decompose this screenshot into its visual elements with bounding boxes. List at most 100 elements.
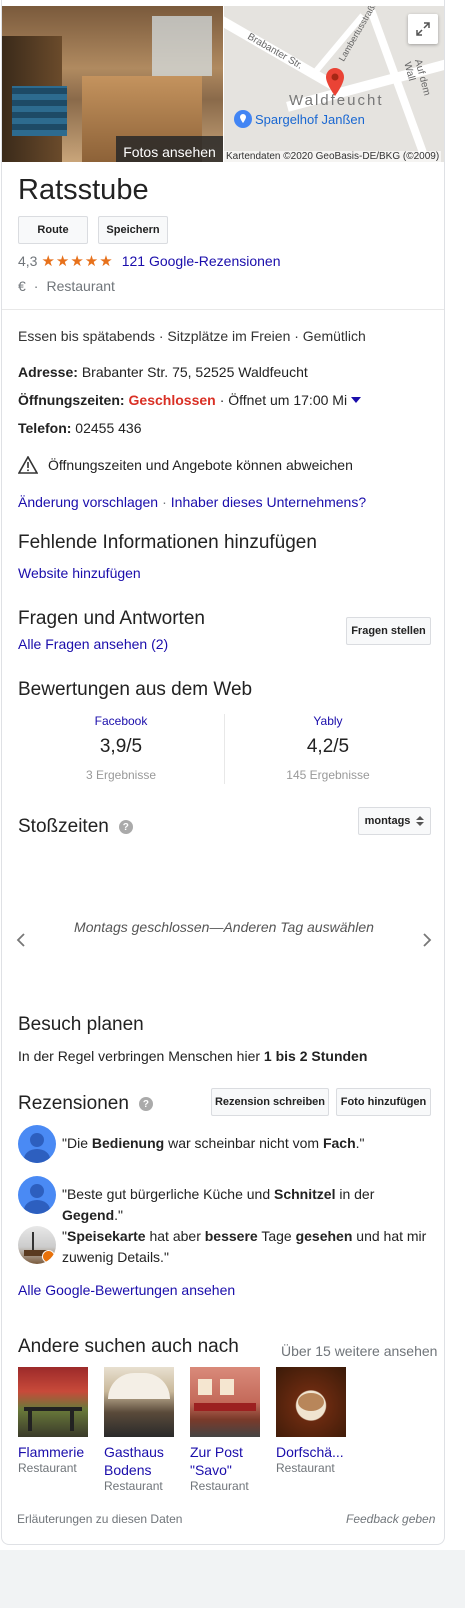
- reviews-title: Rezensionen ?: [18, 1093, 153, 1115]
- map-preview[interactable]: Brabanter Str. Lambertusstraße Auf dem W…: [224, 6, 444, 162]
- review-text: "Die: [62, 1135, 92, 1151]
- place-name[interactable]: Gasthaus Bodens: [104, 1443, 176, 1479]
- hours-label: Öffnungszeiten:: [18, 392, 125, 408]
- place-thumbnail[interactable]: [276, 1367, 346, 1437]
- expand-map-button[interactable]: [408, 14, 438, 44]
- address-value[interactable]: Brabanter Str. 75, 52525 Waldfeucht: [82, 364, 308, 380]
- place-name[interactable]: Zur Post "Savo": [190, 1443, 262, 1479]
- plan-visit-title: Besuch planen: [18, 1014, 144, 1035]
- place-type: Restaurant: [104, 1479, 163, 1493]
- poi-icon: [234, 110, 252, 128]
- place-type: Restaurant: [190, 1479, 249, 1493]
- review-snippet[interactable]: "Speisekarte hat aber bessere Tage geseh…: [18, 1226, 432, 1268]
- web-review-yably[interactable]: Yably 4,2/5 145 Ergebnisse: [225, 714, 431, 782]
- write-review-button[interactable]: Rezension schreiben: [211, 1088, 329, 1116]
- also-search-title: Andere suchen auch nach: [18, 1336, 239, 1357]
- more-results-link[interactable]: Über 15 weitere ansehen: [281, 1343, 437, 1359]
- address-row: Adresse: Brabanter Str. 75, 52525 Waldfe…: [18, 364, 308, 380]
- review-text: Tage: [257, 1228, 296, 1244]
- suggest-edit-link[interactable]: Änderung vorschlagen: [18, 494, 158, 510]
- review-snippet[interactable]: "Beste gut bürgerliche Küche und Schnitz…: [18, 1176, 432, 1226]
- related-place[interactable]: Flammerie Restaurant: [18, 1367, 90, 1475]
- phone-label: Telefon:: [18, 420, 72, 436]
- related-place[interactable]: Gasthaus Bodens Restaurant: [104, 1367, 176, 1493]
- price-level: €: [18, 278, 26, 294]
- reviews-label: Rezensionen: [18, 1093, 129, 1114]
- avatar: [18, 1176, 56, 1214]
- closed-message: Montags geschlossen—Anderen Tag auswähle…: [74, 919, 374, 935]
- review-score: 3,9/5: [99, 736, 143, 757]
- route-button[interactable]: Route: [18, 216, 88, 244]
- map-street-label: Brabanter Str.: [245, 31, 305, 72]
- web-review-facebook[interactable]: Facebook 3,9/5 3 Ergebnisse: [18, 714, 224, 782]
- feedback-link[interactable]: Feedback geben: [346, 1512, 435, 1526]
- add-website-link[interactable]: Website hinzufügen: [18, 565, 141, 581]
- help-icon[interactable]: ?: [138, 1097, 153, 1111]
- separator: ·: [33, 278, 39, 294]
- place-thumbnail[interactable]: [18, 1367, 88, 1437]
- all-questions-link[interactable]: Alle Fragen ansehen (2): [18, 636, 168, 652]
- plan-visit-prefix: In der Regel verbringen Menschen hier: [18, 1048, 264, 1064]
- review-highlight: Speisekarte: [66, 1228, 146, 1244]
- dropdown-arrow-icon[interactable]: [351, 397, 362, 403]
- owner-link[interactable]: Inhaber dieses Unternehmens?: [171, 494, 366, 510]
- review-snippet[interactable]: "Die Bedienung war scheinbar nicht vom F…: [18, 1125, 432, 1163]
- warning-text: Öffnungszeiten und Angebote können abwei…: [48, 457, 353, 473]
- hours-next: · Öffnet um 17:00 Mi: [219, 392, 348, 408]
- review-count: 145 Ergebnisse: [286, 768, 370, 782]
- plan-visit-duration: 1 bis 2 Stunden: [263, 1048, 368, 1064]
- warning-icon: [18, 456, 38, 474]
- place-thumbnail[interactable]: [190, 1367, 260, 1437]
- business-photo[interactable]: Fotos ansehen: [2, 6, 223, 162]
- rating-value: 4,3: [18, 253, 38, 269]
- reviews-link[interactable]: 121 Google-Rezensionen: [122, 253, 281, 269]
- save-button[interactable]: Speichern: [98, 216, 168, 244]
- map-pin-icon[interactable]: [326, 68, 344, 96]
- rating-stars: ★★★★★: [41, 253, 114, 270]
- sort-arrows-icon: [416, 816, 425, 826]
- expand-icon: [416, 22, 430, 36]
- all-reviews-link[interactable]: Alle Google-Bewertungen ansehen: [18, 1282, 235, 1298]
- ask-question-button[interactable]: Fragen stellen: [346, 617, 431, 645]
- avatar: [18, 1125, 56, 1163]
- avatar: [18, 1226, 56, 1264]
- review-text: in der: [335, 1186, 375, 1202]
- chevron-left-icon[interactable]: [16, 932, 26, 948]
- add-photo-button[interactable]: Foto hinzufügen: [336, 1088, 431, 1116]
- data-explanation-link[interactable]: Erläuterungen zu diesen Daten: [17, 1512, 182, 1526]
- place-name[interactable]: Flammerie: [18, 1443, 90, 1461]
- hours-warning: Öffnungszeiten und Angebote können abwei…: [18, 456, 353, 474]
- place-type: Restaurant: [276, 1461, 335, 1475]
- day-select[interactable]: montags: [358, 807, 431, 835]
- related-place[interactable]: Zur Post "Savo" Restaurant: [190, 1367, 262, 1493]
- related-place[interactable]: Dorfschä... Restaurant: [276, 1367, 348, 1475]
- highlights: Essen bis spätabends · Sitzplätze im Fre…: [18, 328, 366, 344]
- separator: ·: [162, 494, 167, 510]
- popular-times-label: Stoßzeiten: [18, 816, 109, 837]
- review-highlight: Gegend: [62, 1207, 115, 1223]
- footer-bar: [0, 1550, 465, 1608]
- review-highlight: bessere: [204, 1228, 258, 1244]
- map-poi-label[interactable]: Spargelhof Janßen: [255, 112, 365, 127]
- review-source-name[interactable]: Yably: [225, 714, 431, 728]
- local-guide-badge: [42, 1250, 55, 1263]
- review-text: hat aber: [145, 1228, 205, 1244]
- price-category-row: € · Restaurant: [18, 278, 115, 294]
- phone-row: Telefon: 02455 436: [18, 420, 141, 436]
- day-select-value: montags: [364, 815, 411, 827]
- business-name: Ratsstube: [18, 174, 149, 206]
- review-source-name[interactable]: Facebook: [18, 714, 224, 728]
- hours-row[interactable]: Öffnungszeiten: Geschlossen · Öffnet um …: [18, 392, 362, 408]
- place-thumbnail[interactable]: [104, 1367, 174, 1437]
- review-highlight: Schnitzel: [274, 1186, 336, 1202]
- phone-value[interactable]: 02455 436: [75, 420, 141, 436]
- chevron-right-icon[interactable]: [422, 932, 432, 948]
- review-text: "Beste gut bürgerliche Küche und: [62, 1186, 274, 1202]
- view-photos-button[interactable]: Fotos ansehen: [116, 136, 223, 162]
- rating-row: 4,3 ★★★★★ 121 Google-Rezensionen: [18, 252, 281, 270]
- place-name[interactable]: Dorfschä...: [276, 1443, 348, 1461]
- review-text: .": [114, 1207, 123, 1223]
- knowledge-panel: Fotos ansehen Brabanter Str. Lambertusst…: [1, 0, 445, 1545]
- help-icon[interactable]: ?: [118, 820, 133, 834]
- review-text: war scheinbar nicht vom: [164, 1135, 323, 1151]
